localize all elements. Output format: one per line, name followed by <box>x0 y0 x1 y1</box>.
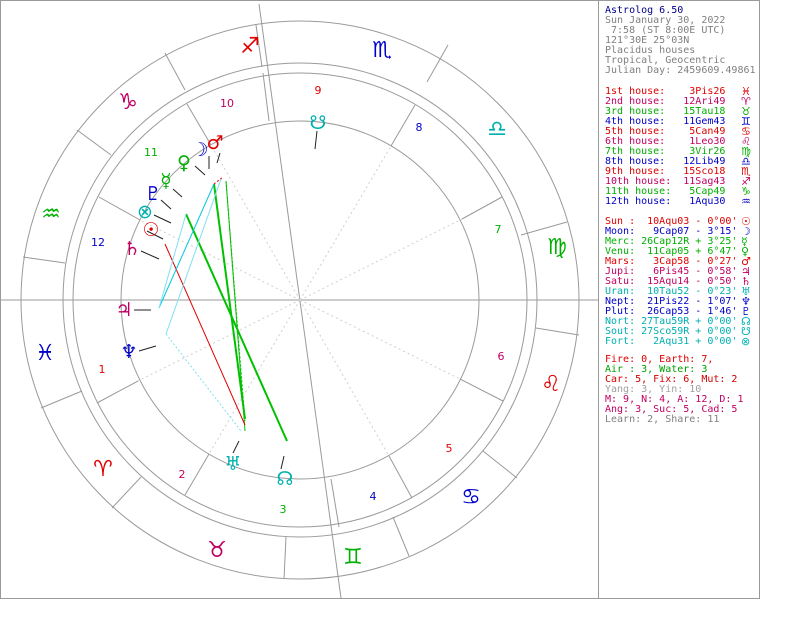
house-number-9: 9 <box>315 84 322 97</box>
chart-frame: ♐ ♏ ♎ ♍ ♌ ♋ ♊ ♉ ♈ ♓ ♒ ♑ 1 2 3 4 5 6 7 8 … <box>0 0 599 599</box>
sun-icon: ☉ <box>142 219 159 241</box>
aspect-line <box>213 183 246 420</box>
house-number-5: 5 <box>446 442 453 455</box>
sign-cancer-icon: ♋ <box>461 485 481 510</box>
aspect-lines <box>158 176 288 442</box>
house-number-3: 3 <box>280 503 287 516</box>
house-number-1: 1 <box>99 363 106 376</box>
sign-capricorn-icon: ♑ <box>118 90 138 115</box>
house-sign-icon: ♒ <box>741 195 751 208</box>
summary-row: Learn: 2, Share: 11 <box>605 414 720 425</box>
sign-sagittarius-icon: ♐ <box>240 34 260 59</box>
sign-gemini-icon: ♊ <box>343 545 363 570</box>
house-number-12: 12 <box>91 236 105 249</box>
sign-aries-icon: ♈ <box>93 457 113 482</box>
sign-scorpio-icon: ♏ <box>372 38 392 63</box>
house-number-7: 7 <box>495 223 502 236</box>
aspect-line <box>165 333 242 432</box>
mars-icon: ♂ <box>206 132 223 154</box>
sign-virgo-icon: ♍ <box>547 235 567 260</box>
house-number-11: 11 <box>144 146 158 159</box>
sign-leo-icon: ♌ <box>541 372 561 397</box>
house-number-8: 8 <box>416 121 423 134</box>
jupiter-icon: ♃ <box>115 299 132 321</box>
sign-pisces-icon: ♓ <box>35 341 55 366</box>
mercury-icon: ☿ <box>160 170 172 192</box>
house-number-4: 4 <box>370 490 377 503</box>
info-panel: Astrolog 6.50 Sun January 30, 2022 7:58 … <box>599 0 760 599</box>
house-row: 12th house: 1Aqu30 <box>605 196 726 207</box>
north-node-icon: ☊ <box>277 468 294 490</box>
aspect-line <box>158 183 215 309</box>
planet-row: Fort: 2Aqu31 + 0°00' <box>605 336 738 347</box>
uranus-icon: ♅ <box>224 453 241 475</box>
aspect-line <box>158 213 187 309</box>
planet-glyphs: ♂ ☽ ♀ ☿ ♇ ⊗ ☉ ♄ ♃ ♆ ♅ ☊ ☋ <box>115 112 326 490</box>
moon-icon: ☽ <box>191 139 208 161</box>
sign-boundaries <box>22 24 580 580</box>
house-number-2: 2 <box>179 468 186 481</box>
sign-taurus-icon: ♉ <box>207 538 227 563</box>
sign-libra-icon: ♎ <box>487 117 507 142</box>
chart-wheel: ♐ ♏ ♎ ♍ ♌ ♋ ♊ ♉ ♈ ♓ ♒ ♑ 1 2 3 4 5 6 7 8 … <box>1 3 598 599</box>
south-node-icon: ☋ <box>310 112 327 134</box>
saturn-icon: ♄ <box>123 238 140 260</box>
house-number-10: 10 <box>220 97 234 110</box>
sign-aquarius-icon: ♒ <box>41 202 61 227</box>
house-number-6: 6 <box>498 350 505 363</box>
planet-icon: ⊗ <box>741 335 751 348</box>
venus-icon: ♀ <box>177 152 191 174</box>
neptune-icon: ♆ <box>120 341 137 363</box>
aspect-line <box>213 176 224 185</box>
julian-day: Julian Day: 2459609.49861 <box>605 65 756 76</box>
